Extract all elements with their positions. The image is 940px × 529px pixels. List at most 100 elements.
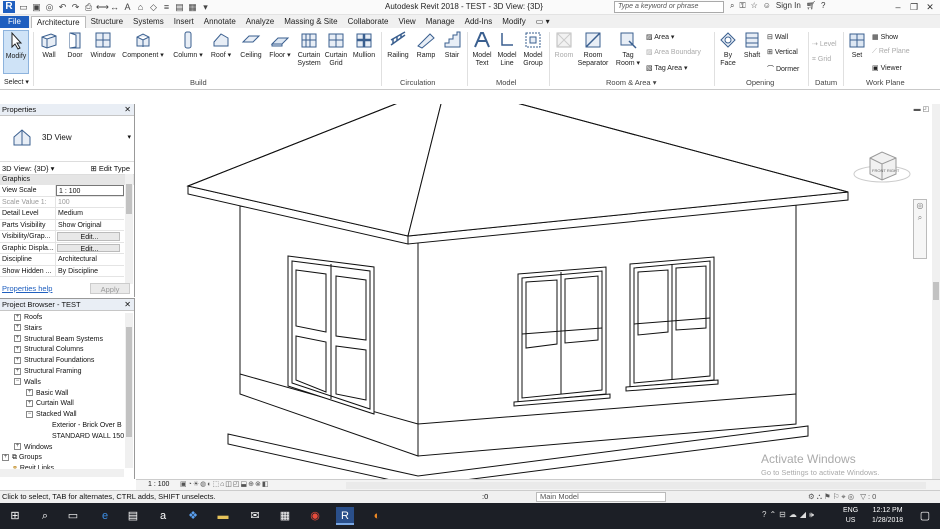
properties-scrollbar[interactable] <box>125 174 133 284</box>
task-view-icon[interactable]: ▭ <box>64 507 82 525</box>
section-icon[interactable]: ◇ <box>148 1 159 13</box>
thin-lines-icon[interactable]: ≡ <box>161 1 172 13</box>
taskbar-clock[interactable]: 12:12 PM 1/28/2018 <box>872 506 903 526</box>
steering-wheel-icon[interactable]: ◎ <box>914 200 926 212</box>
help-search-input[interactable]: Type a keyword or phrase <box>614 1 724 13</box>
tag-room-button[interactable]: Tag Room ▾ <box>613 30 643 68</box>
wall-opening-button[interactable]: ⊟ Wall <box>767 33 788 41</box>
expand-icon[interactable]: + <box>2 454 9 462</box>
tab-manage[interactable]: Manage <box>421 16 460 28</box>
close-icon[interactable]: ✕ <box>124 299 131 311</box>
system-tray-icons[interactable]: ?⌃⊟☁◢🕪︎ <box>762 510 817 520</box>
tree-item-structural-foundations[interactable]: + Structural Foundations <box>0 356 124 367</box>
tab-view[interactable]: View <box>394 16 421 28</box>
selection-filter-icons[interactable]: ⚙⛬⚑⚐⌖◎ ▽:0 <box>808 491 878 503</box>
dropbox-icon[interactable]: ❖ <box>184 507 202 525</box>
discipline-select[interactable]: Architectural <box>56 254 124 265</box>
mullion-button[interactable]: Mullion <box>350 30 378 60</box>
show-workplane-button[interactable]: ▦ Show <box>872 33 898 41</box>
expand-icon[interactable]: + <box>14 324 21 332</box>
wall-button[interactable]: Wall <box>36 30 62 60</box>
measure-icon[interactable]: ⟷ <box>96 1 109 13</box>
tree-item-stacked-wall[interactable]: − Stacked Wall <box>0 410 124 421</box>
view-scale-button[interactable]: 1 : 100 <box>148 480 169 490</box>
ceiling-button[interactable]: Ceiling <box>236 30 266 60</box>
notifications-icon[interactable]: ▢ <box>916 507 934 525</box>
model-text-button[interactable]: Model Text <box>469 30 495 68</box>
dimension-icon[interactable]: ↔ <box>109 1 120 13</box>
scrollbar-thumb[interactable] <box>126 184 132 214</box>
type-selector[interactable]: 3D View ▾ <box>0 116 134 162</box>
modify-button[interactable]: Modify <box>3 30 29 74</box>
curtain-system-button[interactable]: Curtain System <box>295 30 323 68</box>
tab-modify[interactable]: Modify <box>497 16 531 28</box>
search-icon[interactable]: ⌕ <box>36 507 54 525</box>
component-button[interactable]: Component ▾ <box>121 30 165 60</box>
close-button[interactable]: ✕ <box>922 0 938 14</box>
column-button[interactable]: Column ▾ <box>173 30 203 60</box>
collapse-icon[interactable]: − <box>26 410 33 418</box>
binoculars-icon[interactable]: ⌕ <box>730 1 734 11</box>
subscription-icon[interactable]: ⚿ <box>739 1 745 11</box>
workset-select[interactable]: Main Model <box>536 492 666 502</box>
model-group-button[interactable]: Model Group <box>520 30 546 68</box>
tree-item-structural-framing[interactable]: + Structural Framing <box>0 367 124 378</box>
viewcube-icon[interactable]: FRONT RIGHT <box>852 146 912 186</box>
close-icon[interactable]: ✕ <box>124 104 131 116</box>
sync-icon[interactable]: ◎ <box>44 1 55 13</box>
tree-item-structural-columns[interactable]: + Structural Columns <box>0 345 124 356</box>
print-icon[interactable]: ⎙ <box>83 1 94 13</box>
tab-architecture[interactable]: Architecture <box>30 16 86 28</box>
roof-button[interactable]: Roof ▾ <box>208 30 234 60</box>
edge-browser-icon[interactable]: e <box>96 507 114 525</box>
open-icon[interactable]: ▭ <box>18 1 29 13</box>
language-indicator[interactable]: ENG US <box>843 506 858 526</box>
redo-icon[interactable]: ↷ <box>70 1 81 13</box>
windows-start-icon[interactable]: ⊞ <box>6 507 24 525</box>
zoom-icon[interactable]: ⌕ <box>914 212 926 224</box>
ramp-button[interactable]: Ramp <box>413 30 439 60</box>
tree-item-curtain-wall[interactable]: + Curtain Wall <box>0 399 124 410</box>
mail-icon[interactable]: ✉ <box>246 507 264 525</box>
floor-button[interactable]: Floor ▾ <box>267 30 293 60</box>
detail-level-select[interactable]: Medium <box>56 208 124 219</box>
french-door[interactable] <box>287 255 375 415</box>
store-icon[interactable]: ▤ <box>124 507 142 525</box>
view-scale-input[interactable]: 1 : 100 <box>56 185 124 196</box>
select-dropdown[interactable]: Select ▾ <box>4 78 29 86</box>
window-left[interactable] <box>513 266 611 407</box>
by-face-button[interactable]: By Face <box>716 30 740 68</box>
cart-icon[interactable]: 🛒︎ <box>806 1 816 11</box>
navigation-bar[interactable]: ◎ ⌕ <box>913 199 927 259</box>
expand-icon[interactable]: + <box>26 389 33 397</box>
view-control-icons[interactable]: ▣◔☀◍◐⬚⌂◫◰⬓⊕⊗◧ <box>180 480 269 490</box>
properties-help-link[interactable]: Properties help <box>2 284 52 293</box>
scrollbar-thumb[interactable] <box>126 327 132 437</box>
vertical-opening-button[interactable]: ⊞ Vertical <box>767 48 798 56</box>
tree-item-exterior-brick[interactable]: Exterior - Brick Over B <box>0 421 124 432</box>
sign-in-link[interactable]: Sign In <box>776 1 801 11</box>
tab-file[interactable]: File <box>0 16 29 28</box>
window-right[interactable] <box>625 256 719 392</box>
revit-taskbar-icon[interactable]: R <box>336 507 354 525</box>
collapse-icon[interactable]: − <box>14 378 21 386</box>
favorites-icon[interactable]: ☆ <box>751 1 758 11</box>
tab-insert[interactable]: Insert <box>169 16 199 28</box>
instance-selector[interactable]: 3D View: {3D} ▾ ⊞ Edit Type <box>0 162 134 175</box>
help-icon[interactable]: ? <box>821 1 825 11</box>
ref-plane-button[interactable]: ⟋ Ref Plane <box>872 48 910 56</box>
tab-annotate[interactable]: Annotate <box>199 16 241 28</box>
level-button[interactable]: ⇢ Level <box>812 40 837 48</box>
file-explorer-icon[interactable]: ▬ <box>214 507 232 525</box>
viewport-vertical-scrollbar[interactable] <box>932 104 940 479</box>
scrollbar-thumb[interactable] <box>933 282 939 300</box>
tree-item-roofs[interactable]: + Roofs <box>0 313 124 324</box>
expand-icon[interactable]: + <box>14 443 21 451</box>
tab-collaborate[interactable]: Collaborate <box>343 16 394 28</box>
tree-item-standard-wall[interactable]: STANDARD WALL 150 <box>0 432 124 443</box>
close-hidden-icon[interactable]: ▤ <box>174 1 185 13</box>
tab-massing-site[interactable]: Massing & Site <box>279 16 342 28</box>
tab-structure[interactable]: Structure <box>86 16 128 28</box>
expand-icon[interactable]: + <box>14 367 21 375</box>
expand-icon[interactable]: + <box>14 335 21 343</box>
